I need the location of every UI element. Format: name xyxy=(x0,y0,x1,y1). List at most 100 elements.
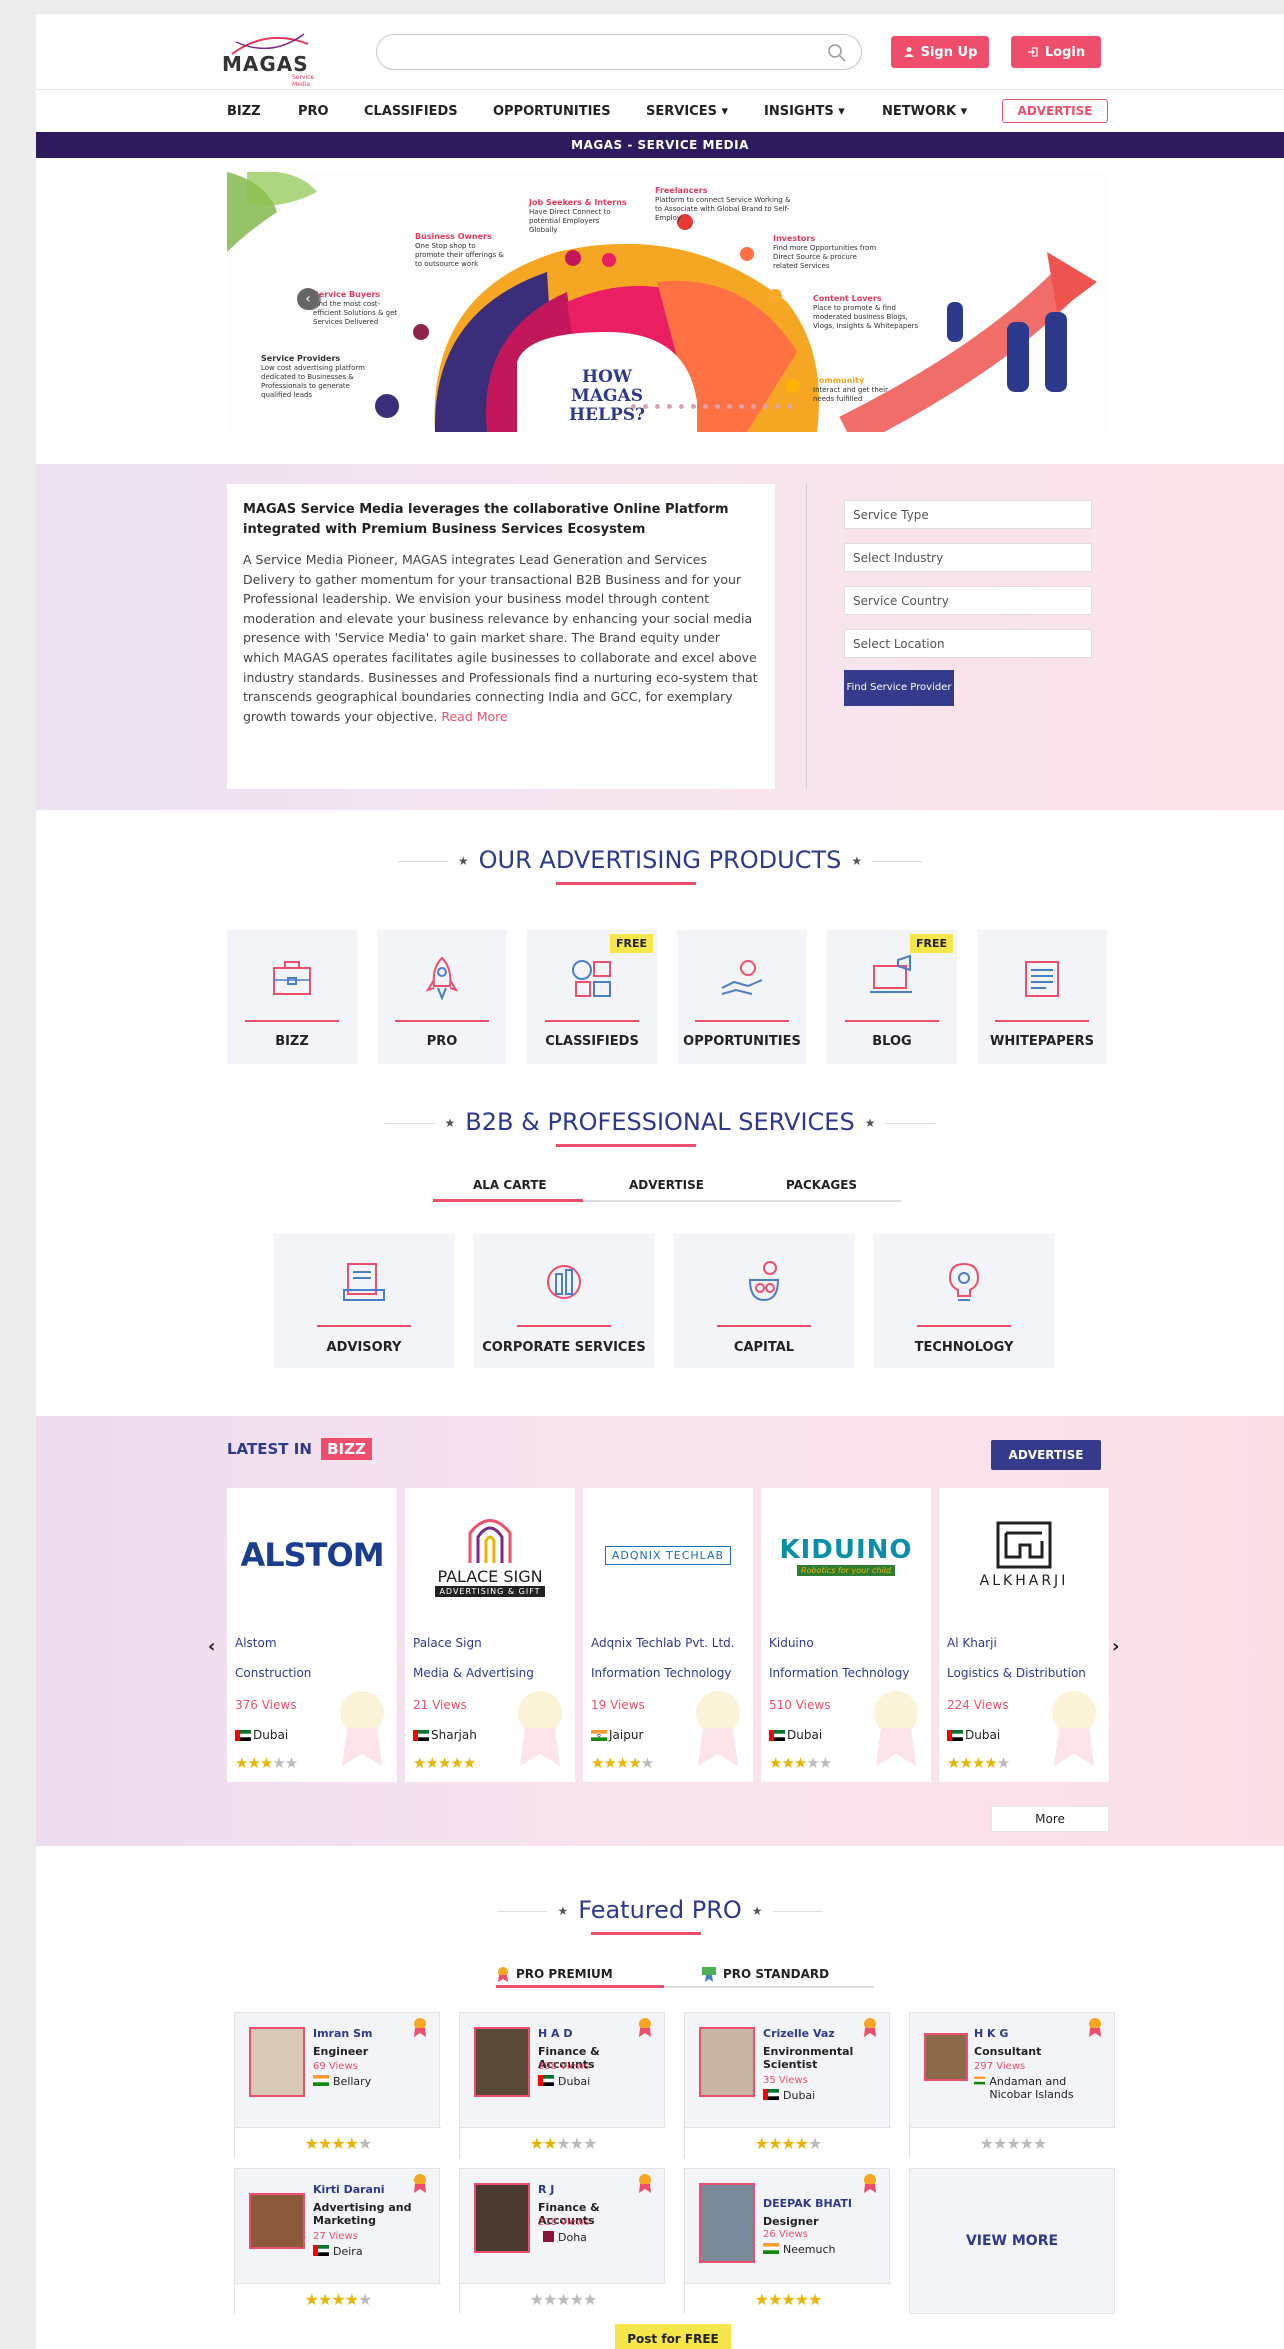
pro-views: 398 Views xyxy=(538,2061,590,2072)
pro-name[interactable]: DEEPAK BHATI xyxy=(763,2197,852,2210)
bizz-next-arrow-icon[interactable]: › xyxy=(1112,1636,1119,1657)
service-capital[interactable]: CAPITAL xyxy=(673,1234,855,1368)
pro-card[interactable]: DEEPAK BHATI Designer 26 Views Neemuch ★… xyxy=(684,2168,891,2315)
bizz-card[interactable]: ALKHARJI Al Kharji Logistics & Distribut… xyxy=(939,1488,1109,1782)
nav-network[interactable]: NETWORK ▾ xyxy=(882,104,967,119)
search-icon[interactable] xyxy=(827,43,847,63)
bizz-card[interactable]: ADQNIX TECHLAB Adqnix Techlab Pvt. Ltd. … xyxy=(583,1488,753,1782)
product-bizz[interactable]: BIZZ xyxy=(227,930,357,1064)
service-advisory[interactable]: ADVISORY xyxy=(273,1234,455,1368)
nav-bizz[interactable]: BIZZ xyxy=(227,104,261,119)
pro-location: Bellary xyxy=(313,2075,431,2088)
company-category: Information Technology xyxy=(591,1666,732,1680)
tab-packages[interactable]: PACKAGES xyxy=(786,1178,857,1192)
pro-card[interactable]: H K G Consultant 297 Views Andaman and N… xyxy=(909,2012,1116,2159)
uae-flag-icon xyxy=(413,1729,429,1741)
logo-text: MAGAS xyxy=(222,52,309,76)
bizz-advertise-button[interactable]: ADVERTISE xyxy=(991,1440,1101,1470)
service-media-banner: MAGAS - SERVICE MEDIA xyxy=(36,132,1284,158)
tab-ala-carte[interactable]: ALA CARTE xyxy=(473,1178,547,1192)
pro-views: 26 Views xyxy=(763,2229,808,2240)
product-whitepapers[interactable]: WHITEPAPERS xyxy=(977,930,1107,1064)
pro-location: Andaman and Nicobar Islands xyxy=(974,2075,1106,2101)
star-icon: ★ xyxy=(751,1904,763,1918)
read-more-link[interactable]: Read More xyxy=(441,709,507,724)
view-more-pro-button[interactable]: VIEW MORE xyxy=(909,2168,1115,2314)
find-service-provider-button[interactable]: Find Service Provider xyxy=(844,670,954,706)
company-name[interactable]: Palace Sign xyxy=(413,1636,482,1650)
search-input[interactable] xyxy=(376,34,862,70)
company-name[interactable]: Adqnix Techlab Pvt. Ltd. xyxy=(591,1636,735,1650)
pro-card[interactable]: Imran Sm Engineer 69 Views Bellary ★★★★★ xyxy=(234,2012,441,2159)
pro-location: Doha xyxy=(538,2231,656,2244)
hero-text-freelancers: Platform to connect Service Working & to… xyxy=(655,196,791,222)
premium-badge-icon xyxy=(498,1967,508,1982)
star-rating: ★★★★★ xyxy=(910,2127,1116,2159)
pro-card[interactable]: Kirti Darani Advertising and Marketing 2… xyxy=(234,2168,441,2315)
service-country-select[interactable]: Service Country xyxy=(844,586,1092,615)
latest-bizz-section: LATEST IN BIZZ ADVERTISE ALSTOM Alstom C… xyxy=(36,1416,1284,1846)
hero-carousel[interactable]: Job Seekers & Interns Have Direct Connec… xyxy=(227,172,1109,432)
nav-insights[interactable]: INSIGHTS ▾ xyxy=(764,104,845,119)
company-name[interactable]: Al Kharji xyxy=(947,1636,997,1650)
signup-button[interactable]: Sign Up xyxy=(891,36,989,68)
company-name[interactable]: Kiduino xyxy=(769,1636,814,1650)
pro-name[interactable]: Crizelle Vaz xyxy=(763,2027,835,2040)
advertising-title-text: OUR ADVERTISING PRODUCTS xyxy=(478,846,842,874)
pro-name[interactable]: R J xyxy=(538,2183,554,2196)
pro-role: Designer xyxy=(763,2215,819,2228)
tab-pro-standard[interactable]: PRO STANDARD xyxy=(701,1966,829,1982)
pro-name[interactable]: Imran Sm xyxy=(313,2027,372,2040)
post-for-free-button[interactable]: Post for FREE xyxy=(615,2324,731,2349)
product-opportunities[interactable]: OPPORTUNITIES xyxy=(677,930,807,1064)
product-underline xyxy=(995,1020,1089,1022)
pro-card[interactable]: Crizelle Vaz Environmental Scientist 35 … xyxy=(684,2012,891,2159)
nav-advertise-button[interactable]: ADVERTISE xyxy=(1002,99,1108,123)
briefcase-icon xyxy=(273,961,311,995)
bizz-card[interactable]: ALSTOM Alstom Construction 376 Views Dub… xyxy=(227,1488,397,1782)
login-button[interactable]: Login xyxy=(1011,36,1101,68)
uae-flag-icon xyxy=(947,1729,963,1741)
pro-card[interactable]: R J Finance & Accounts 218 Views Doha ★★… xyxy=(459,2168,666,2315)
pro-avatar xyxy=(249,2193,305,2249)
pro-name[interactable]: Kirti Darani xyxy=(313,2183,385,2196)
login-label: Login xyxy=(1044,44,1086,60)
company-name[interactable]: Alstom xyxy=(235,1636,277,1650)
pro-city: Neemuch xyxy=(783,2243,836,2256)
product-underline xyxy=(245,1020,339,1022)
nav-services[interactable]: SERVICES ▾ xyxy=(646,104,728,119)
tab-pro-premium[interactable]: PRO PREMIUM xyxy=(496,1966,613,1982)
location-select[interactable]: Select Location xyxy=(844,629,1092,658)
company-logo: ALKHARJI xyxy=(939,1488,1109,1622)
industry-select[interactable]: Select Industry xyxy=(844,543,1092,572)
bizz-card[interactable]: PALACE SIGN ADVERTISING & GIFT Palace Si… xyxy=(405,1488,575,1782)
nav-classifieds[interactable]: CLASSIFIEDS xyxy=(364,104,458,119)
product-blog[interactable]: FREE BLOG xyxy=(827,930,957,1064)
pro-avatar xyxy=(474,2027,530,2097)
city-name: Dubai xyxy=(253,1728,289,1742)
b2b-section-title: ★ B2B & PROFESSIONAL SERVICES ★ xyxy=(36,1108,1284,1136)
pro-card[interactable]: H A D Finance & Accounts 398 Views Dubai… xyxy=(459,2012,666,2159)
hero-carousel-dots[interactable] xyxy=(631,404,792,409)
bizz-more-button[interactable]: More xyxy=(991,1806,1109,1832)
pro-city: Andaman and Nicobar Islands xyxy=(989,2075,1074,2101)
service-technology[interactable]: TECHNOLOGY xyxy=(873,1234,1055,1368)
bizz-prev-arrow-icon[interactable]: ‹ xyxy=(208,1636,215,1657)
hero-label-community: Community xyxy=(813,376,865,385)
magas-logo[interactable]: MAGAS Service Media xyxy=(222,30,314,88)
pro-name[interactable]: H A D xyxy=(538,2027,573,2040)
tab-advertise[interactable]: ADVERTISE xyxy=(629,1178,704,1192)
bizz-card[interactable]: KIDUINO Robotics for your child Kiduino … xyxy=(761,1488,931,1782)
product-pro[interactable]: PRO xyxy=(377,930,507,1064)
latest-prefix: LATEST IN xyxy=(227,1440,312,1458)
product-classifieds[interactable]: FREE CLASSIFIEDS xyxy=(527,930,657,1064)
hero-prev-arrow-icon[interactable]: ‹ xyxy=(297,288,319,310)
service-underline xyxy=(717,1325,811,1327)
service-type-select[interactable]: Service Type xyxy=(844,500,1092,529)
nav-opportunities[interactable]: OPPORTUNITIES xyxy=(493,104,611,119)
main-nav: BIZZ PRO CLASSIFIEDS OPPORTUNITIES SERVI… xyxy=(36,90,1284,132)
pro-name[interactable]: H K G xyxy=(974,2027,1008,2040)
company-views: 510 Views xyxy=(769,1698,831,1712)
service-corporate[interactable]: CORPORATE SERVICES xyxy=(473,1234,655,1368)
nav-pro[interactable]: PRO xyxy=(298,104,329,119)
